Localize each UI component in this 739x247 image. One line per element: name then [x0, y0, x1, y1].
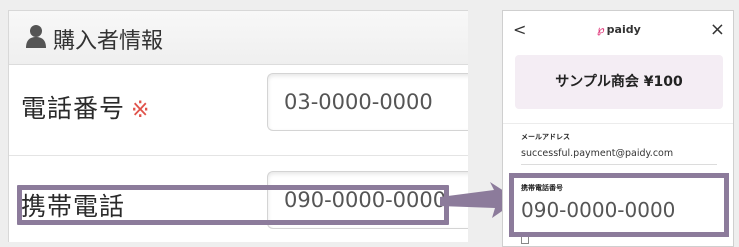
phone-highlight — [509, 173, 729, 237]
merchant-amount: サンプル商会 ¥100 — [515, 55, 723, 109]
paidy-divider — [503, 123, 733, 124]
paidy-logo-icon: ℘ — [597, 23, 605, 36]
email-value[interactable]: successful.payment@paidy.com — [521, 148, 673, 159]
buyer-info-form: 購入者情報 電話番号※ 携帯電話 — [8, 10, 468, 242]
email-underline — [521, 164, 717, 165]
chevron-left-icon[interactable]: < — [513, 20, 526, 39]
paidy-logo: ℘ paidy — [597, 23, 641, 36]
checkbox[interactable] — [521, 236, 529, 244]
mobile-highlight — [17, 185, 449, 225]
person-icon — [26, 25, 46, 48]
phone-label: 電話番号 ※ — [21, 94, 151, 123]
section-title: 購入者情報 — [53, 29, 164, 54]
paidy-header: < ℘ paidy × — [503, 11, 733, 51]
row-divider — [9, 155, 468, 156]
close-icon[interactable]: × — [710, 19, 725, 40]
required-mark: ※ — [131, 98, 151, 123]
section-header: 購入者情報 — [9, 11, 468, 65]
phone-input[interactable] — [267, 73, 468, 131]
paidy-checkout-panel: < ℘ paidy × サンプル商会 ¥100 メールアドレス successfu… — [502, 10, 734, 247]
email-label: メールアドレス — [521, 133, 570, 141]
